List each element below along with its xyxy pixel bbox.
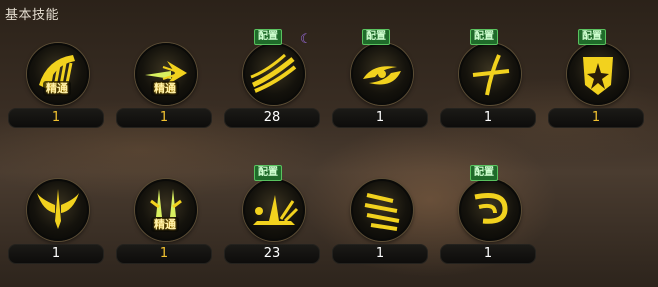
swirl-wind-icon <box>459 179 521 241</box>
skill-level: 23 <box>224 244 320 264</box>
multi-slash-icon <box>351 179 413 241</box>
equip-badge: 配置 <box>254 29 282 45</box>
shield-burst-icon <box>567 43 629 105</box>
winged-sword-icon <box>27 179 89 241</box>
cross-slash-icon <box>459 43 521 105</box>
equip-badge: 配置 <box>578 29 606 45</box>
skill-level: 28 <box>224 108 320 128</box>
equip-badge: 配置 <box>362 29 390 45</box>
skill-level: 1 <box>332 108 428 128</box>
skill-slot[interactable]: 配置 1 <box>548 29 644 128</box>
skill-level: 1 <box>440 108 536 128</box>
equip-badge: 配置 <box>470 165 498 181</box>
skill-slot[interactable]: 1 <box>8 165 104 264</box>
skill-level: 1 <box>8 244 104 264</box>
triple-wave-icon <box>243 43 305 105</box>
skill-level: 1 <box>440 244 536 264</box>
skill-slot[interactable]: 1 <box>332 165 428 264</box>
skill-slot[interactable]: 配置 1 <box>332 29 428 128</box>
equip-badge: 配置 <box>254 165 282 181</box>
skill-slot[interactable]: 配置 1 <box>440 29 536 128</box>
skill-slot[interactable]: 配置 ☾ 28 <box>224 29 320 128</box>
skill-level: 1 <box>116 108 212 128</box>
skill-level: 1 <box>116 244 212 264</box>
ground-strike-icon <box>243 179 305 241</box>
skill-level: 1 <box>548 108 644 128</box>
moon-icon: ☾ <box>300 32 312 47</box>
skill-level: 1 <box>332 244 428 264</box>
skill-slot[interactable]: 精通 1 <box>8 29 104 128</box>
skill-slot[interactable]: 精通 1 <box>116 165 212 264</box>
skill-slot[interactable]: 配置 1 <box>440 165 536 264</box>
skill-level: 1 <box>8 108 104 128</box>
cyclone-icon <box>351 43 413 105</box>
mastery-label: 精通 <box>43 81 71 96</box>
skill-slot[interactable]: 配置 23 <box>224 165 320 264</box>
equip-badge: 配置 <box>470 29 498 45</box>
mastery-label: 精通 <box>151 217 179 232</box>
skill-slot[interactable]: 精通 1 <box>116 29 212 128</box>
mastery-label: 精通 <box>151 81 179 96</box>
panel-title: 基本技能 <box>5 8 60 23</box>
